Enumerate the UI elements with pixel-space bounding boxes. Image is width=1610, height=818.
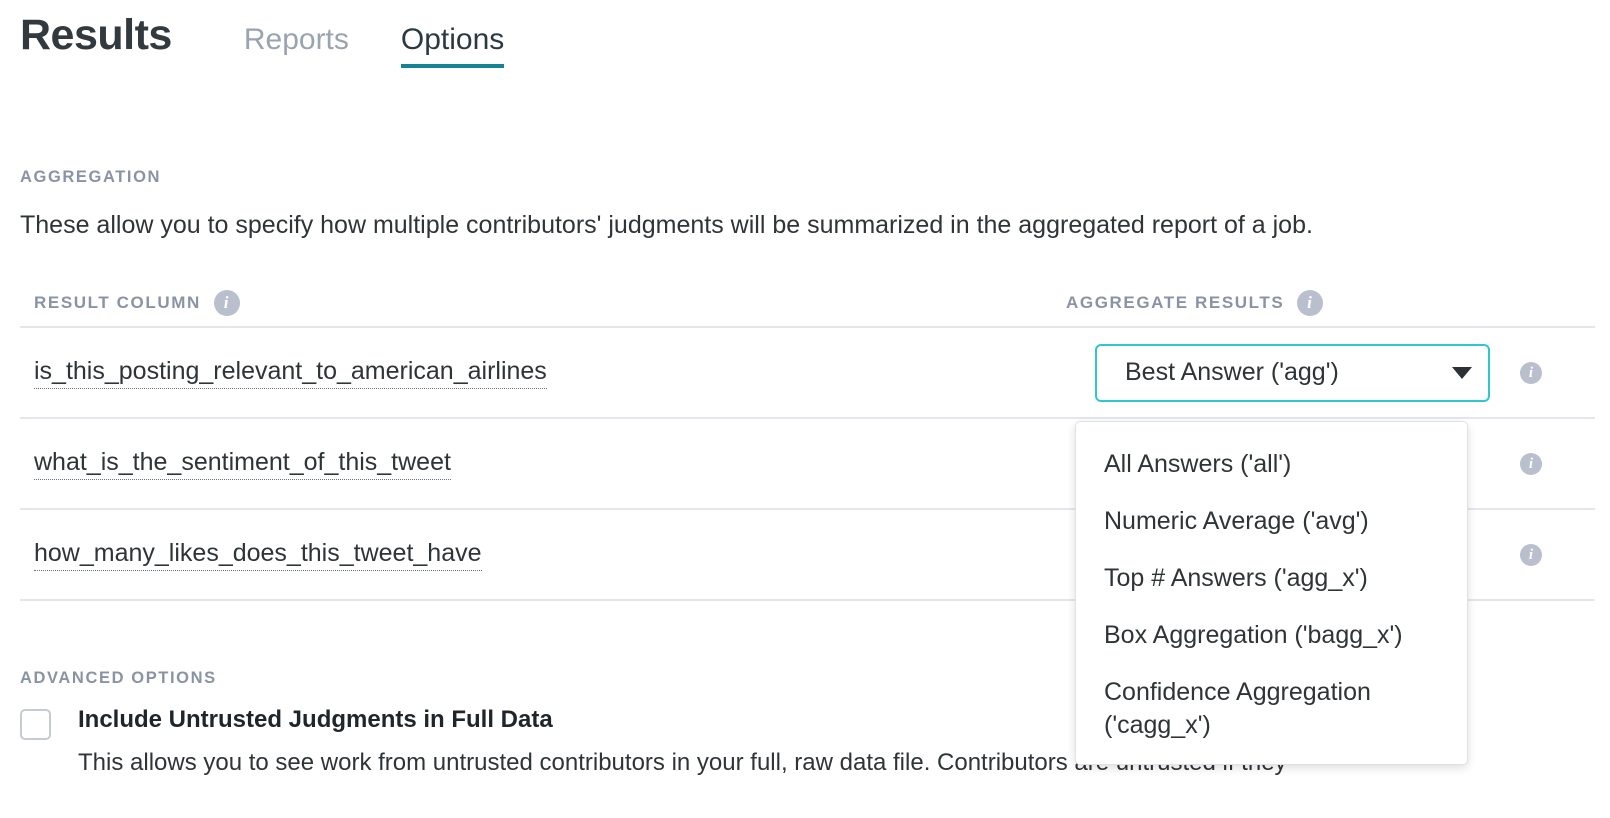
tab-options[interactable]: Options: [400, 25, 505, 68]
page-title: Results: [20, 11, 172, 59]
row-info-wrapper: i: [1520, 543, 1542, 566]
result-column-link[interactable]: is_this_posting_relevant_to_american_air…: [34, 357, 547, 389]
chevron-down-icon: [1452, 366, 1472, 379]
results-options-page: Results Reports Options AGGREGATION Thes…: [0, 0, 1610, 818]
aggregate-results-select-value: Best Answer ('agg'): [1125, 358, 1339, 386]
column-header-result-column-label: RESULT COLUMN: [34, 293, 201, 312]
result-column-link[interactable]: how_many_likes_does_this_tweet_have: [34, 539, 482, 571]
table-row: is_this_posting_relevant_to_american_air…: [20, 328, 1595, 419]
dropdown-option-confidence-aggregation[interactable]: Confidence Aggregation ('cagg_x'): [1076, 664, 1467, 754]
column-header-aggregate-results-label: AGGREGATE RESULTS: [1066, 293, 1285, 312]
info-icon[interactable]: i: [1520, 543, 1542, 566]
include-untrusted-judgments-checkbox[interactable]: [20, 709, 51, 740]
aggregate-results-select[interactable]: Best Answer ('agg'): [1095, 343, 1490, 402]
info-icon[interactable]: i: [1297, 290, 1324, 316]
dropdown-option-box-aggregation[interactable]: Box Aggregation ('bagg_x'): [1076, 607, 1467, 664]
dropdown-option-top-answers[interactable]: Top # Answers ('agg_x'): [1076, 550, 1467, 607]
info-icon[interactable]: i: [1520, 452, 1542, 475]
dropdown-option-numeric-average[interactable]: Numeric Average ('avg'): [1076, 493, 1467, 550]
column-header-result-column: RESULT COLUMN i: [34, 290, 240, 316]
row-info-wrapper: i: [1520, 452, 1542, 475]
table-header-row: RESULT COLUMN i AGGREGATE RESULTS i: [20, 290, 1595, 328]
aggregate-results-dropdown-menu[interactable]: All Answers ('all') Numeric Average ('av…: [1075, 421, 1468, 765]
column-header-aggregate-results: AGGREGATE RESULTS i: [1066, 290, 1324, 316]
aggregation-section-label: AGGREGATION: [20, 168, 162, 186]
info-icon[interactable]: i: [213, 290, 240, 316]
page-header: Results Reports Options: [20, 14, 556, 68]
result-column-link[interactable]: what_is_the_sentiment_of_this_tweet: [34, 448, 451, 480]
dropdown-option-all-answers[interactable]: All Answers ('all'): [1076, 436, 1467, 493]
info-icon[interactable]: i: [1520, 361, 1542, 384]
advanced-options-section-label: ADVANCED OPTIONS: [20, 669, 217, 687]
tab-reports[interactable]: Reports: [244, 25, 349, 64]
aggregation-description: These allow you to specify how multiple …: [20, 211, 1313, 239]
row-info-wrapper: i: [1520, 361, 1542, 384]
